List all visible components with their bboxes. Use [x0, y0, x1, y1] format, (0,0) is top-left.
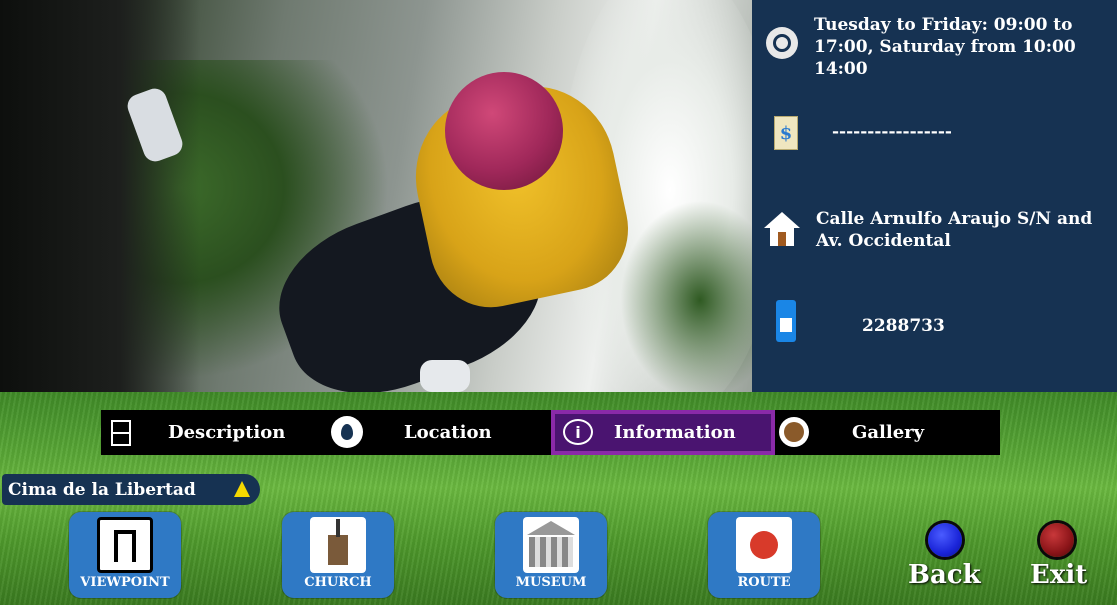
tab-location[interactable]: Location — [326, 410, 551, 455]
back-label[interactable]: Back — [908, 560, 981, 590]
museum-icon — [523, 517, 579, 573]
foliage — [620, 200, 752, 392]
tab-bar: Description Location i Information Galle… — [101, 410, 1000, 455]
button-label: CHURCH — [304, 575, 372, 590]
tab-label: Location — [404, 422, 492, 443]
glove — [420, 360, 470, 392]
place-name: Cima de la Libertad — [8, 479, 196, 500]
tab-label: Gallery — [852, 422, 925, 443]
gallery-icon — [779, 417, 809, 447]
tab-description[interactable]: Description — [101, 410, 321, 455]
hours-text: Tuesday to Friday: 09:00 to 17:00, Satur… — [814, 15, 1076, 79]
price-text: ----------------- — [832, 122, 952, 142]
exit-label[interactable]: Exit — [1030, 560, 1087, 590]
phone-text: 2288733 — [862, 316, 945, 336]
dollar-icon: $ — [774, 116, 798, 150]
document-icon — [111, 420, 131, 446]
back-button[interactable] — [928, 523, 962, 557]
route-button[interactable]: ROUTE — [708, 512, 820, 598]
clock-icon — [766, 27, 798, 59]
house-icon — [762, 210, 802, 248]
tab-gallery[interactable]: Gallery — [777, 410, 1000, 455]
museum-button[interactable]: MUSEUM — [495, 512, 607, 598]
hero-photo — [0, 0, 752, 392]
phone-icon — [776, 300, 796, 342]
tab-information[interactable]: i Information — [551, 410, 775, 455]
place-selector[interactable]: Cima de la Libertad — [2, 474, 260, 505]
viewpoint-button[interactable]: VIEWPOINT — [69, 512, 181, 598]
info-icon: i — [563, 419, 593, 445]
triangle-up-icon — [234, 481, 250, 497]
viewpoint-icon — [97, 517, 153, 573]
button-label: VIEWPOINT — [80, 575, 170, 590]
button-label: ROUTE — [737, 575, 791, 590]
church-icon — [310, 517, 366, 573]
location-pin-icon — [331, 416, 363, 448]
button-label: MUSEUM — [515, 575, 587, 590]
tab-label: Information — [614, 422, 736, 443]
exit-button[interactable] — [1040, 523, 1074, 557]
info-panel: Tuesday to Friday: 09:00 to 17:00, Satur… — [752, 0, 1117, 392]
climber-arm — [0, 0, 200, 392]
church-button[interactable]: CHURCH — [282, 512, 394, 598]
address-text: Calle Arnulfo Araujo S/N and Av. Occiden… — [816, 209, 1093, 251]
route-icon — [736, 517, 792, 573]
climber-helmet — [445, 72, 563, 190]
tab-label: Description — [168, 422, 286, 443]
